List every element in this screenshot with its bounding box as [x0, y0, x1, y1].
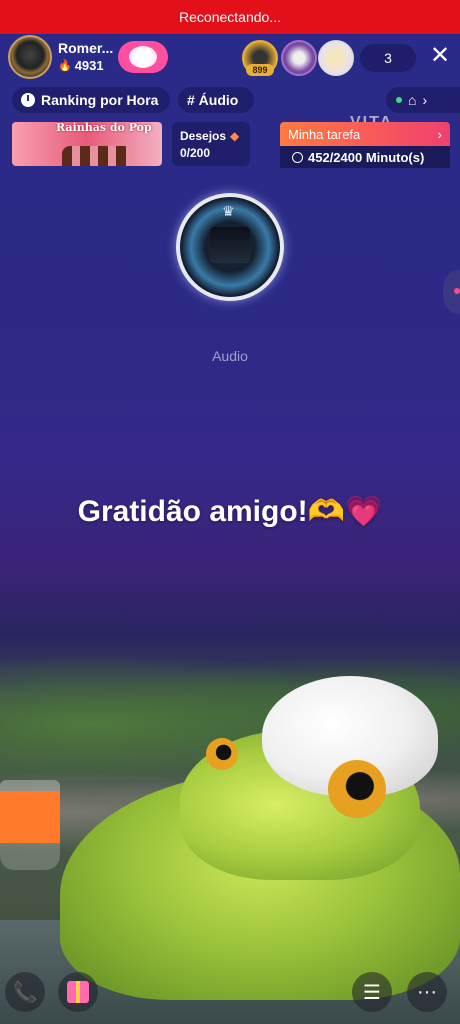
ranking-label: Ranking por Hora — [41, 92, 159, 108]
event-banner[interactable]: Rainhas do Pop — [12, 122, 162, 166]
room-type-label: Audio — [212, 348, 248, 364]
pink-heart-icon: 💗 — [345, 495, 383, 528]
top-viewer-avatar-2[interactable] — [281, 40, 317, 76]
close-button[interactable]: ✕ — [426, 42, 454, 70]
more-button[interactable]: ··· — [407, 972, 447, 1012]
gift-button[interactable] — [58, 972, 98, 1012]
menu-icon: ☰ — [363, 981, 381, 1004]
task-progress-value: 452/2400 Minuto(s) — [308, 149, 425, 165]
follow-button[interactable] — [118, 41, 168, 73]
frog-eye — [328, 760, 386, 818]
timer-icon — [292, 151, 303, 163]
wishes-card[interactable]: Desejos 0/200 ◆ — [172, 122, 250, 166]
audio-tag-chip[interactable]: # Áudio — [178, 87, 254, 113]
reconnecting-text: Reconectando... — [179, 9, 281, 25]
juice-glass — [0, 780, 60, 870]
crown-icon: ♛ — [222, 203, 235, 219]
room-home-chip[interactable]: ⌂ › — [386, 87, 460, 113]
notification-dot — [454, 288, 460, 294]
event-banner-title: Rainhas do Pop — [56, 122, 152, 134]
phone-icon: 📞 — [12, 981, 38, 1004]
chevron-right-icon: › — [422, 92, 428, 108]
room-avatar[interactable]: ♛ — [176, 193, 284, 301]
frog-background-image — [0, 620, 460, 1024]
heart-icon — [129, 46, 157, 68]
call-button[interactable]: 📞 — [5, 972, 45, 1012]
top-viewer-avatar-3[interactable] — [318, 40, 354, 76]
ranking-chip[interactable]: Ranking por Hora — [12, 87, 170, 113]
menu-button[interactable]: ☰ — [352, 972, 392, 1012]
flame-icon: 🔥 — [58, 60, 72, 72]
wishes-value: 0/200 — [180, 146, 211, 160]
host-score-value: 4931 — [74, 58, 104, 73]
audio-tag-label: # Áudio — [187, 92, 239, 108]
online-dot-icon — [396, 97, 402, 103]
my-task-button[interactable]: Minha tarefa › — [280, 122, 450, 146]
chevron-right-icon: › — [437, 126, 442, 142]
caption-text: Gratidão amigo!🫶💗 — [0, 494, 460, 529]
host-score: 🔥 4931 — [58, 57, 113, 75]
host-name: Romer... — [58, 40, 114, 56]
wish-bottle-icon: ◆ — [230, 129, 240, 143]
viewer-count[interactable]: 3 — [360, 44, 416, 72]
host-avatar[interactable] — [8, 35, 52, 79]
caption-label: Gratidão amigo! — [77, 495, 308, 528]
clock-icon — [21, 93, 35, 107]
gift-icon — [67, 981, 89, 1003]
more-icon: ··· — [417, 980, 437, 1003]
heart-hands-icon: 🫶 — [307, 495, 346, 528]
task-progress: 452/2400 Minuto(s) — [280, 146, 450, 168]
reconnecting-banner: Reconectando... — [0, 0, 460, 34]
viewer-badge: 899 — [246, 64, 274, 76]
event-banner-art — [62, 146, 132, 166]
home-icon: ⌂ — [408, 92, 417, 108]
frog-eye — [206, 738, 238, 770]
my-task-label: Minha tarefa — [288, 126, 361, 142]
